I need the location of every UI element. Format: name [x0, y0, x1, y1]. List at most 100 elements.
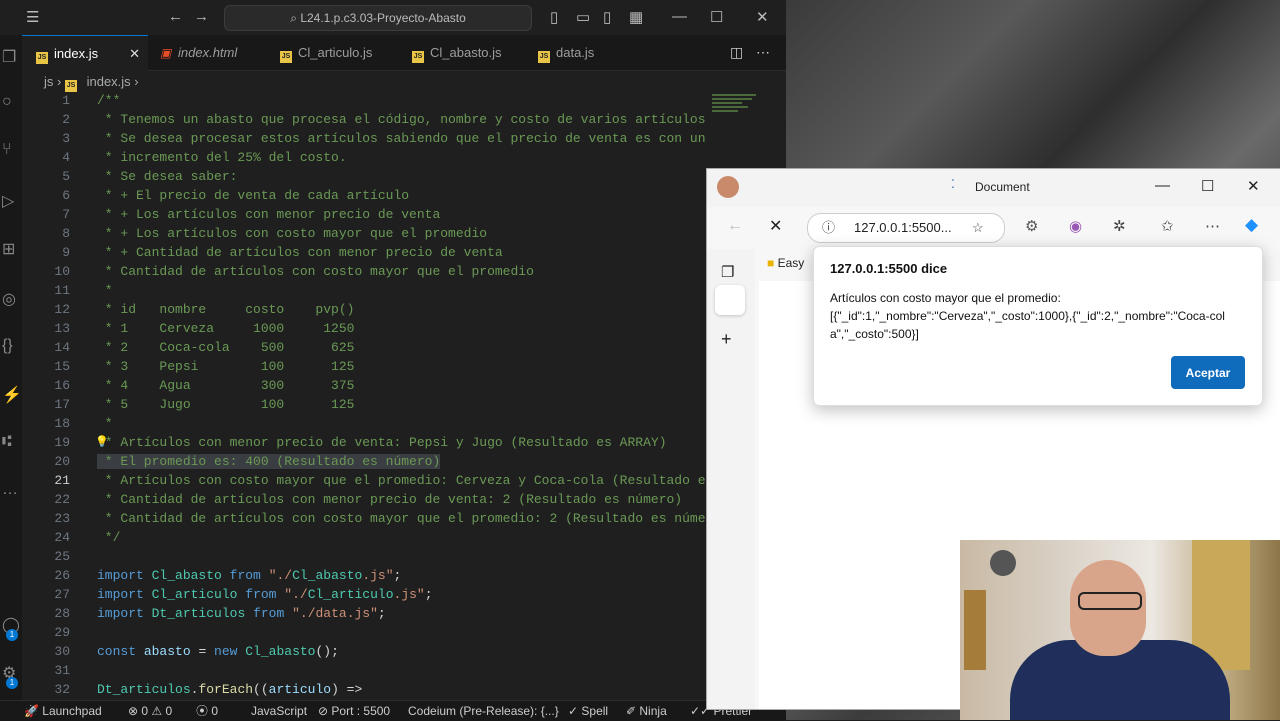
git-graph-icon[interactable]: ⑆: [2, 433, 20, 451]
code-line[interactable]: * 2 Coca-cola 500 625: [97, 340, 355, 355]
stop-loading-icon[interactable]: ✕: [769, 216, 782, 236]
code-line[interactable]: * Cantidad de artículos con costo mayor …: [97, 264, 534, 279]
copilot-icon[interactable]: ◆: [1245, 215, 1258, 235]
code-line[interactable]: * 4 Agua 300 375: [97, 378, 355, 393]
code-line[interactable]: * Artículos con costo mayor que el prome…: [97, 473, 714, 488]
json-icon[interactable]: {}: [2, 337, 20, 355]
settings-more-icon[interactable]: ⋯: [1205, 217, 1220, 235]
code-line[interactable]: * Se desea saber:: [97, 169, 238, 184]
spell-status[interactable]: ✓ Spell: [568, 701, 608, 721]
line-number: 2: [62, 112, 70, 127]
search-icon[interactable]: ○: [2, 93, 20, 111]
close-icon[interactable]: ✕: [756, 8, 769, 26]
line-number: 21: [54, 473, 70, 488]
more-actions-icon[interactable]: ⋯: [756, 44, 770, 61]
code-line[interactable]: *: [97, 416, 113, 431]
breadcrumb-folder[interactable]: js: [44, 74, 53, 89]
code-line[interactable]: * id nombre costo pvp(): [97, 302, 355, 317]
toggle-panel-icon[interactable]: ▭: [576, 8, 590, 26]
js-file-icon: JS: [538, 51, 550, 63]
maximize-icon[interactable]: ☐: [1201, 177, 1214, 195]
tab-cl-abasto[interactable]: JS Cl_abasto.js: [398, 35, 524, 70]
tab-data-js[interactable]: JS data.js: [524, 35, 628, 70]
new-tab-plus-icon[interactable]: +: [721, 329, 732, 350]
code-line[interactable]: * incremento del 25% del costo.: [97, 150, 347, 165]
close-tab-icon[interactable]: ✕: [129, 36, 140, 71]
accept-button[interactable]: Aceptar: [1171, 356, 1245, 389]
code-line[interactable]: */: [97, 530, 121, 545]
code-line[interactable]: * Cantidad de artículos con costo mayor …: [97, 511, 714, 526]
tab-actions-icon[interactable]: ❐: [721, 263, 734, 281]
more-icon[interactable]: …: [2, 481, 20, 499]
code-line[interactable]: * Tenemos un abasto que procesa el códig…: [97, 112, 706, 127]
code-line[interactable]: * + Cantidad de artículos con menor prec…: [97, 245, 503, 260]
code-line[interactable]: import Cl_articulo from "./Cl_articulo.j…: [97, 587, 433, 602]
settings-badge: 1: [6, 677, 18, 689]
code-line[interactable]: * Se desea procesar estos artículos sabi…: [97, 131, 706, 146]
problems-item[interactable]: ⊗ 0 ⚠ 0: [128, 701, 172, 721]
minimize-icon[interactable]: —: [1155, 177, 1170, 194]
code-editor[interactable]: 1 /** 2 * Tenemos un abasto que procesa el…: [22, 92, 722, 700]
code-line[interactable]: const abasto = new Cl_abasto();: [97, 644, 339, 659]
favorites-icon[interactable]: ✩: [1161, 217, 1174, 235]
run-debug-icon[interactable]: ▷: [2, 191, 20, 210]
customize-layout-icon[interactable]: ▦: [629, 8, 643, 26]
live-server-port[interactable]: ⊘ Port : 5500: [318, 701, 390, 721]
close-icon[interactable]: ✕: [1247, 177, 1260, 195]
remote-explorer-icon[interactable]: ◎: [2, 289, 20, 308]
back-arrow-icon[interactable]: ←: [727, 217, 743, 235]
extensions-puzzle-icon[interactable]: ✲: [1113, 217, 1126, 235]
active-vertical-tab[interactable]: [715, 285, 745, 315]
codeium-status[interactable]: Codeium (Pre-Release): {...}: [408, 701, 559, 721]
tab-cl-articulo[interactable]: JS Cl_articulo.js: [266, 35, 400, 70]
menu-icon[interactable]: ☰: [26, 8, 39, 26]
favorite-star-icon[interactable]: ☆: [972, 214, 984, 242]
tab-index-html[interactable]: ▣ index.html: [146, 35, 266, 70]
launchpad-item[interactable]: 🚀 Launchpad: [24, 701, 102, 721]
profile-avatar[interactable]: [717, 176, 739, 198]
code-line[interactable]: import Dt_articulos from "./data.js";: [97, 606, 386, 621]
code-line[interactable]: * El promedio es: 400 (Resultado es núme…: [97, 454, 441, 469]
code-line[interactable]: *: [97, 283, 113, 298]
code-line[interactable]: * Cantidad de artículos con menor precio…: [97, 492, 682, 507]
line-number: 1: [62, 93, 70, 108]
forward-arrow-icon[interactable]: →: [194, 8, 209, 25]
lightbulb-icon[interactable]: 💡: [95, 435, 109, 449]
ports-item[interactable]: ⦿ 0: [196, 701, 218, 721]
favorites-folder-label[interactable]: Easy: [778, 256, 805, 270]
maximize-icon[interactable]: ☐: [710, 8, 723, 26]
code-line[interactable]: * + Los artículos con costo mayor que el…: [97, 226, 487, 241]
explorer-icon[interactable]: ❐: [2, 47, 20, 66]
command-center[interactable]: ⌕ L24.1.p.c3.03-Proyecto-Abasto: [224, 5, 532, 31]
copilot-extension-icon[interactable]: ◉: [1069, 217, 1082, 235]
split-editor-icon[interactable]: ◫: [730, 44, 743, 61]
extension-gear-icon[interactable]: ⚙: [1025, 217, 1038, 235]
port-label: Port : 5500: [331, 704, 391, 718]
line-number: 23: [54, 511, 70, 526]
tab-index-js[interactable]: JS index.js ✕: [22, 35, 148, 71]
code-line[interactable]: * 5 Jugo 100 125: [97, 397, 355, 412]
code-line[interactable]: * 1 Cerveza 1000 1250: [97, 321, 355, 336]
extensions-icon[interactable]: ⊞: [2, 239, 20, 258]
code-line[interactable]: Dt_articulos.forEach((articulo) =>: [97, 682, 362, 697]
back-arrow-icon[interactable]: ←: [168, 8, 183, 25]
minimize-icon[interactable]: —: [672, 8, 687, 25]
browser-tab-title[interactable]: Document: [975, 180, 1030, 194]
address-bar[interactable]: ⓘ 127.0.0.1:5500... ☆: [807, 213, 1005, 243]
breadcrumb-file[interactable]: index.js: [87, 74, 131, 89]
code-line[interactable]: * + El precio de venta de cada artículo: [97, 188, 409, 203]
code-line[interactable]: import Cl_abasto from "./Cl_abasto.js";: [97, 568, 401, 583]
codeium-icon[interactable]: ⚡: [2, 385, 22, 404]
ninja-status[interactable]: ✐ Ninja: [626, 701, 667, 721]
line-number: 32: [54, 682, 70, 697]
source-control-icon[interactable]: ⑂: [2, 141, 20, 159]
toggle-secondary-sidebar-icon[interactable]: ▯: [603, 8, 611, 26]
minimap[interactable]: [712, 92, 772, 132]
code-line[interactable]: * 3 Pepsi 100 125: [97, 359, 355, 374]
toggle-sidebar-icon[interactable]: ▯: [550, 8, 558, 26]
code-line[interactable]: * Artículos con menor precio de venta: P…: [97, 435, 667, 450]
code-line[interactable]: /**: [97, 93, 120, 108]
line-number: 18: [54, 416, 70, 431]
language-mode[interactable]: JavaScript: [251, 701, 307, 721]
code-line[interactable]: * + Los artículos con menor precio de ve…: [97, 207, 440, 222]
